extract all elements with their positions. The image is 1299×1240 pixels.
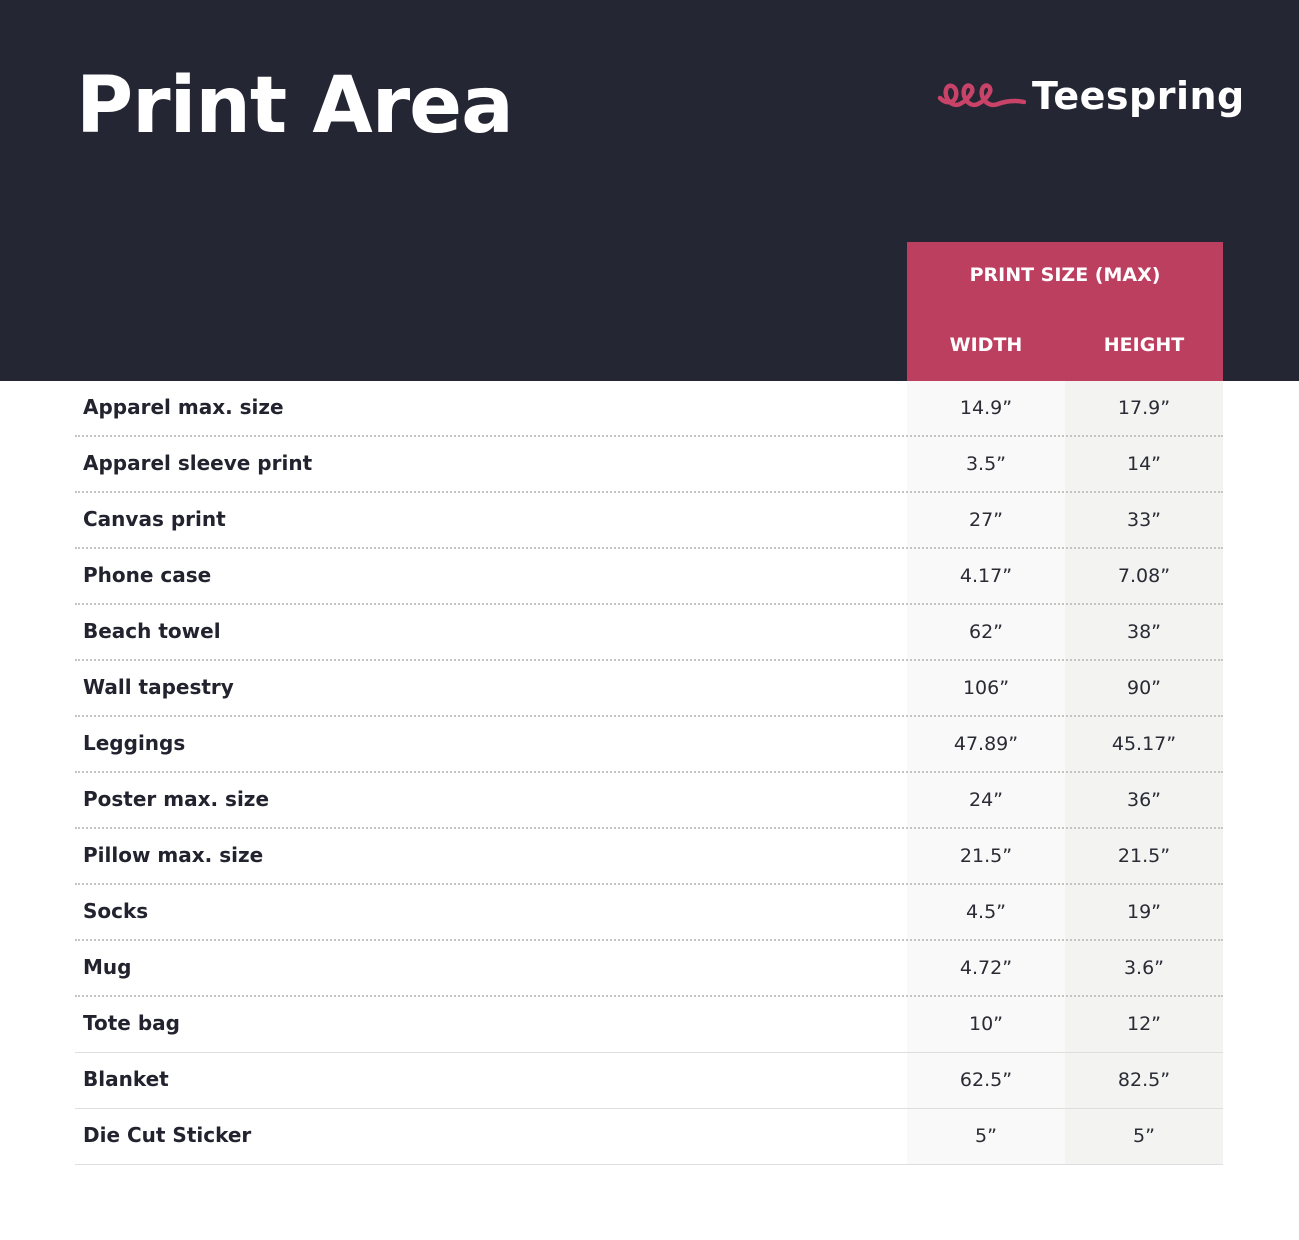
row-label: Socks — [83, 899, 149, 923]
row-label: Leggings — [83, 731, 186, 755]
height-value: 45.17” — [1111, 733, 1177, 755]
width-value: 47.89” — [953, 733, 1019, 755]
row-label: Poster max. size — [83, 787, 270, 811]
column-header-panel: PRINT SIZE (MAX) WIDTH HEIGHT — [907, 242, 1223, 381]
height-value: 7.08” — [1117, 565, 1171, 587]
row-label: Pillow max. size — [83, 843, 264, 867]
height-value: 36” — [1126, 789, 1162, 811]
width-value: 4.5” — [965, 901, 1007, 923]
row-label: Blanket — [83, 1067, 169, 1091]
table-row: Canvas print 27” 33” — [75, 493, 1223, 549]
row-label: Tote bag — [83, 1011, 180, 1035]
row-label: Die Cut Sticker — [83, 1123, 252, 1147]
height-value: 14” — [1126, 453, 1162, 475]
width-value: 106” — [962, 677, 1010, 699]
width-value: 27” — [968, 509, 1004, 531]
table-row: Blanket 62.5” 82.5” — [75, 1053, 1223, 1109]
width-value: 14.9” — [959, 397, 1013, 419]
table-row: Leggings 47.89” 45.17” — [75, 717, 1223, 773]
width-value: 62” — [968, 621, 1004, 643]
table-row: Apparel max. size 14.9” 17.9” — [75, 381, 1223, 437]
column-header-height: HEIGHT — [1103, 334, 1185, 356]
print-size-table: Apparel max. size 14.9” 17.9” Apparel sl… — [75, 381, 1223, 1165]
row-label: Mug — [83, 955, 132, 979]
table-row: Poster max. size 24” 36” — [75, 773, 1223, 829]
teespring-loops-logo-icon — [937, 83, 1026, 108]
table-row: Wall tapestry 106” 90” — [75, 661, 1223, 717]
width-value: 62.5” — [959, 1069, 1013, 1091]
table-row: Pillow max. size 21.5” 21.5” — [75, 829, 1223, 885]
height-value: 12” — [1126, 1013, 1162, 1035]
row-label: Wall tapestry — [83, 675, 234, 699]
height-value: 19” — [1126, 901, 1162, 923]
width-value: 4.72” — [959, 957, 1013, 979]
page-title: Print Area — [76, 61, 514, 151]
table-row: Phone case 4.17” 7.08” — [75, 549, 1223, 605]
row-label: Apparel max. size — [83, 395, 284, 419]
width-value: 3.5” — [965, 453, 1007, 475]
height-value: 33” — [1126, 509, 1162, 531]
brand-logo: Teespring — [936, 70, 1245, 122]
column-header-width: WIDTH — [949, 334, 1023, 356]
table-row: Tote bag 10” 12” — [75, 997, 1223, 1053]
height-value: 21.5” — [1117, 845, 1171, 867]
row-label: Phone case — [83, 563, 212, 587]
height-value: 5” — [1133, 1125, 1155, 1147]
height-value: 3.6” — [1123, 957, 1165, 979]
table-row: Die Cut Sticker 5” 5” — [75, 1109, 1223, 1165]
width-value: 24” — [968, 789, 1004, 811]
column-group-label: PRINT SIZE (MAX) — [969, 264, 1161, 286]
height-value: 90” — [1126, 677, 1162, 699]
width-value: 21.5” — [959, 845, 1013, 867]
width-value: 4.17” — [959, 565, 1013, 587]
width-value: 10” — [968, 1013, 1004, 1035]
table-row: Beach towel 62” 38” — [75, 605, 1223, 661]
row-label: Beach towel — [83, 619, 221, 643]
height-value: 82.5” — [1117, 1069, 1171, 1091]
row-label: Apparel sleeve print — [83, 451, 313, 475]
height-value: 38” — [1126, 621, 1162, 643]
table-row: Mug 4.72” 3.6” — [75, 941, 1223, 997]
brand-name: Teespring — [1032, 74, 1245, 118]
table-row: Apparel sleeve print 3.5” 14” — [75, 437, 1223, 493]
height-value: 17.9” — [1117, 397, 1171, 419]
row-label: Canvas print — [83, 507, 226, 531]
table-row: Socks 4.5” 19” — [75, 885, 1223, 941]
width-value: 5” — [975, 1125, 997, 1147]
